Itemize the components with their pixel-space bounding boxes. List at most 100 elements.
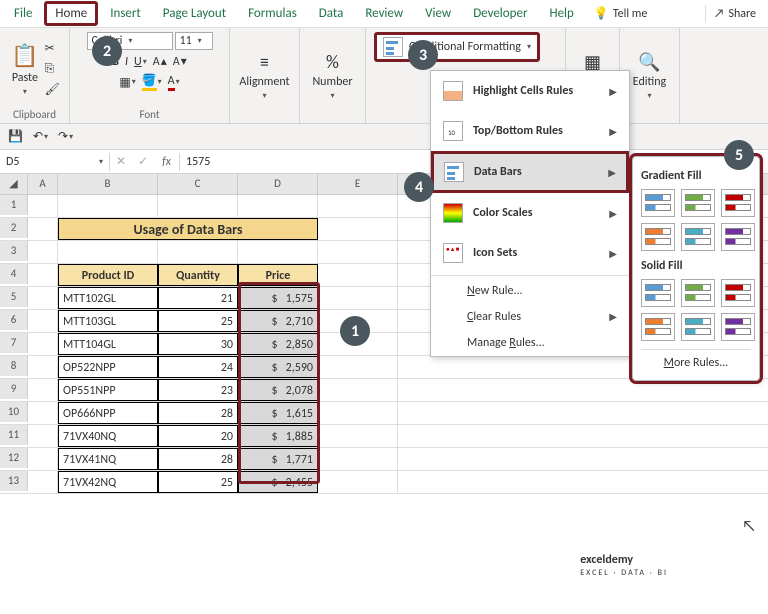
cf-top-bottom-rules[interactable]: Top/Bottom Rules▶ <box>431 111 629 151</box>
tell-me[interactable]: 💡Tell me <box>594 6 647 21</box>
cell-price[interactable]: $ 1,771 <box>238 448 318 470</box>
cf-data-bars[interactable]: Data Bars▶ <box>431 151 629 193</box>
redo-button[interactable]: ↷▾ <box>58 129 73 144</box>
gradient-orange[interactable] <box>641 223 675 251</box>
header-product-id[interactable]: Product ID <box>58 264 158 286</box>
tab-formulas[interactable]: Formulas <box>238 2 307 25</box>
enter-icon[interactable]: ✓ <box>132 154 154 169</box>
tab-view[interactable]: View <box>415 2 461 25</box>
italic-button[interactable]: I <box>125 55 128 69</box>
row-header[interactable]: 8 <box>0 356 28 376</box>
select-all-corner[interactable]: ◢ <box>0 174 28 194</box>
editing-button[interactable]: 🔍Editing▾ <box>631 49 668 103</box>
cell-quantity[interactable]: 24 <box>158 356 238 378</box>
gradient-purple[interactable] <box>721 223 755 251</box>
share-button[interactable]: ↗Share <box>705 5 764 23</box>
row-header[interactable]: 12 <box>0 448 28 468</box>
cf-highlight-cells-rules[interactable]: Highlight Cells Rules▶ <box>431 71 629 111</box>
cell-product-id[interactable]: OP666NPP <box>58 402 158 424</box>
col-header-d[interactable]: D <box>238 174 318 194</box>
header-quantity[interactable]: Quantity <box>158 264 238 286</box>
solid-cyan[interactable] <box>681 313 715 341</box>
border-button[interactable]: ▦▾ <box>119 75 135 90</box>
cell-quantity[interactable]: 21 <box>158 287 238 309</box>
cell-quantity[interactable]: 20 <box>158 425 238 447</box>
fx-button[interactable]: fx <box>154 155 179 169</box>
tab-page-layout[interactable]: Page Layout <box>153 2 236 25</box>
alignment-button[interactable]: ≡Alignment▾ <box>237 49 291 103</box>
header-price[interactable]: Price <box>238 264 318 286</box>
more-rules[interactable]: More Rules... <box>641 349 751 372</box>
cf-new-rule[interactable]: New Rule... <box>431 278 629 304</box>
row-header[interactable]: 5 <box>0 287 28 307</box>
paste-button[interactable]: 📋 Paste▾ <box>9 40 40 99</box>
row-header[interactable]: 2 <box>0 218 28 238</box>
title-cell[interactable]: Usage of Data Bars <box>58 218 318 240</box>
tab-review[interactable]: Review <box>355 2 413 25</box>
number-button[interactable]: %Number▾ <box>310 49 354 103</box>
row-header[interactable]: 13 <box>0 471 28 491</box>
font-shrink-button[interactable]: A▾ <box>173 54 187 69</box>
col-header-c[interactable]: C <box>158 174 238 194</box>
cell-price[interactable]: $ 2,455 <box>238 471 318 493</box>
save-button[interactable]: 💾 <box>8 129 23 144</box>
font-grow-button[interactable]: A▴ <box>153 54 167 69</box>
row-header[interactable]: 11 <box>0 425 28 445</box>
tab-developer[interactable]: Developer <box>463 2 537 25</box>
cell-quantity[interactable]: 28 <box>158 448 238 470</box>
solid-blue[interactable] <box>641 279 675 307</box>
cell-product-id[interactable]: MTT102GL <box>58 287 158 309</box>
format-painter-button[interactable]: 🖌 <box>45 82 60 97</box>
cell-price[interactable]: $ 1,615 <box>238 402 318 424</box>
copy-button[interactable]: ⎘ <box>45 62 60 76</box>
font-size-select[interactable]: 11▾ <box>175 32 213 50</box>
cell-price[interactable]: $ 2,590 <box>238 356 318 378</box>
cell-quantity[interactable]: 25 <box>158 310 238 332</box>
gradient-cyan[interactable] <box>681 223 715 251</box>
cell-product-id[interactable]: 71VX41NQ <box>58 448 158 470</box>
gradient-green[interactable] <box>681 189 715 217</box>
tab-help[interactable]: Help <box>539 2 583 25</box>
tab-home[interactable]: Home <box>44 1 98 26</box>
col-header-e[interactable]: E <box>318 174 398 194</box>
tab-insert[interactable]: Insert <box>100 2 151 25</box>
cancel-icon[interactable]: ✕ <box>110 154 132 169</box>
undo-button[interactable]: ↶▾ <box>33 129 48 144</box>
conditional-formatting-button[interactable]: Conditional Formatting▾ <box>374 32 540 62</box>
cell-price[interactable]: $ 1,575 <box>238 287 318 309</box>
cut-button[interactable]: ✂ <box>45 41 60 56</box>
font-color-button[interactable]: A▾ <box>168 74 180 91</box>
solid-purple[interactable] <box>721 313 755 341</box>
cell-quantity[interactable]: 28 <box>158 402 238 424</box>
gradient-red[interactable] <box>721 189 755 217</box>
cell-product-id[interactable]: 71VX40NQ <box>58 425 158 447</box>
col-header-b[interactable]: B <box>58 174 158 194</box>
row-header[interactable]: 7 <box>0 333 28 353</box>
cell-price[interactable]: $ 2,850 <box>238 333 318 355</box>
row-header[interactable]: 3 <box>0 241 28 261</box>
cell-product-id[interactable]: OP522NPP <box>58 356 158 378</box>
name-box[interactable]: D5▾ <box>0 153 110 171</box>
cf-color-scales[interactable]: Color Scales▶ <box>431 193 629 233</box>
cf-icon-sets[interactable]: Icon Sets▶ <box>431 233 629 273</box>
gradient-blue[interactable] <box>641 189 675 217</box>
cell-price[interactable]: $ 2,710 <box>238 310 318 332</box>
cf-clear-rules[interactable]: Clear Rules▶ <box>431 304 629 330</box>
cell-product-id[interactable]: OP551NPP <box>58 379 158 401</box>
fill-color-button[interactable]: 🪣▾ <box>142 73 162 91</box>
row-header[interactable]: 6 <box>0 310 28 330</box>
cell-quantity[interactable]: 30 <box>158 333 238 355</box>
cell-product-id[interactable]: MTT103GL <box>58 310 158 332</box>
cell-price[interactable]: $ 2,078 <box>238 379 318 401</box>
cell-price[interactable]: $ 1,885 <box>238 425 318 447</box>
cell-quantity[interactable]: 23 <box>158 379 238 401</box>
tab-data[interactable]: Data <box>309 2 354 25</box>
cf-manage-rules[interactable]: Manage Rules... <box>431 330 629 356</box>
cell-product-id[interactable]: 71VX42NQ <box>58 471 158 493</box>
cell-product-id[interactable]: MTT104GL <box>58 333 158 355</box>
solid-green[interactable] <box>681 279 715 307</box>
solid-red[interactable] <box>721 279 755 307</box>
col-header-a[interactable]: A <box>28 174 58 194</box>
row-header[interactable]: 4 <box>0 264 28 284</box>
row-header[interactable]: 9 <box>0 379 28 399</box>
